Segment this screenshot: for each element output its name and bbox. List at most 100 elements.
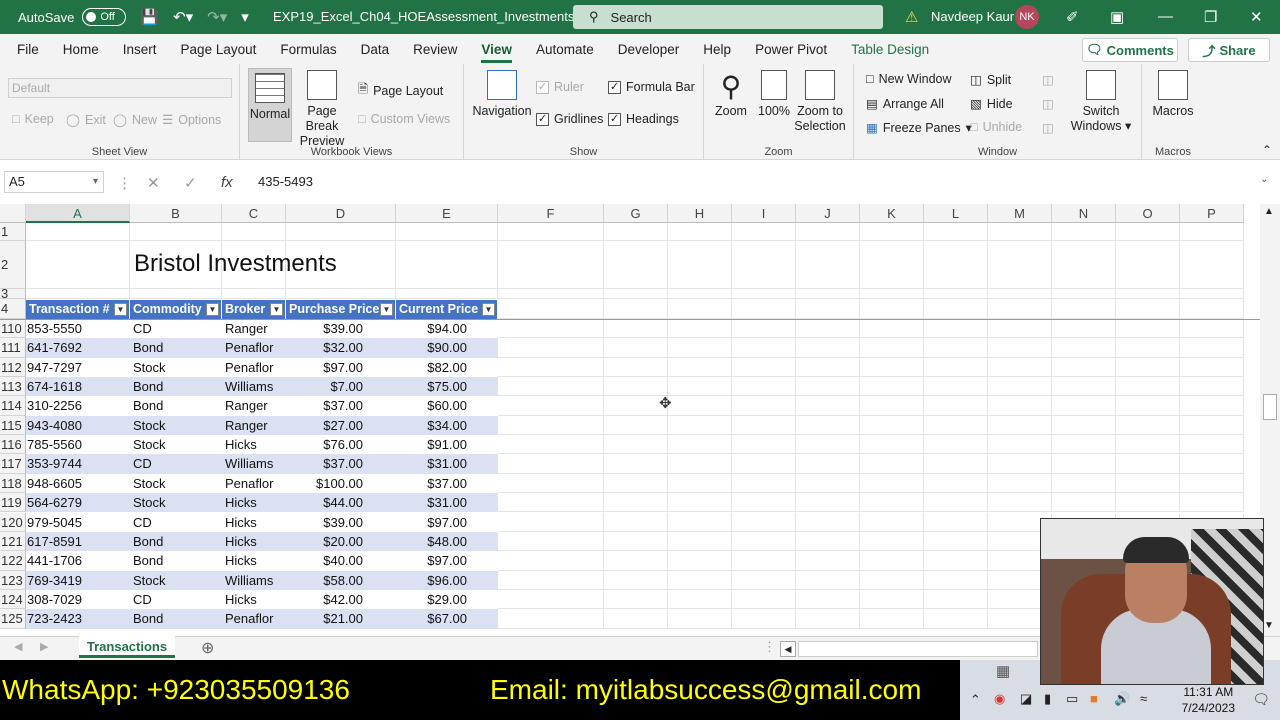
cell[interactable] xyxy=(860,377,924,397)
cell[interactable] xyxy=(924,531,988,552)
close-icon[interactable]: ✕ xyxy=(1250,8,1263,26)
battery-icon[interactable]: ▭ xyxy=(1066,691,1078,707)
sheet-view-dropdown[interactable]: Default xyxy=(8,78,232,98)
cell[interactable] xyxy=(924,377,988,397)
camera-icon[interactable]: ◪ xyxy=(1020,691,1032,707)
cell[interactable] xyxy=(604,570,668,590)
cell[interactable] xyxy=(924,338,988,358)
table-cell[interactable]: $44.00 xyxy=(286,493,396,513)
table-cell[interactable]: $31.00 xyxy=(396,454,498,474)
record-icon[interactable]: ◉ xyxy=(994,691,1005,707)
table-cell[interactable]: $91.00 xyxy=(396,435,498,455)
cell[interactable] xyxy=(222,289,286,299)
cell[interactable] xyxy=(732,570,796,590)
table-header-cell[interactable]: Commodity ▼ xyxy=(130,300,222,319)
row-header[interactable]: 125 xyxy=(0,609,26,629)
table-cell[interactable]: Williams xyxy=(222,570,286,590)
column-header-d[interactable]: D xyxy=(286,204,396,223)
row-header[interactable]: 112 xyxy=(0,357,26,378)
cell[interactable] xyxy=(860,223,924,241)
cell[interactable] xyxy=(860,415,924,436)
next-sheet-icon[interactable]: ▶ xyxy=(40,640,48,653)
row-header[interactable]: 119 xyxy=(0,493,26,513)
cell[interactable] xyxy=(796,609,860,629)
cell[interactable] xyxy=(668,609,732,629)
tab-review[interactable]: Review xyxy=(401,34,469,64)
table-header-cell[interactable]: Current Price ▼ xyxy=(396,300,498,319)
table-cell[interactable]: $39.00 xyxy=(286,319,396,339)
notification-icon[interactable]: 🗨 xyxy=(1252,691,1270,708)
page-layout-view-button[interactable]: 🗎 Page Layout xyxy=(358,80,443,101)
row-header[interactable]: 118 xyxy=(0,473,26,494)
cell[interactable] xyxy=(604,551,668,571)
row-header[interactable]: 110 xyxy=(0,319,26,339)
table-cell[interactable]: Bond xyxy=(130,531,222,552)
cell[interactable] xyxy=(604,299,668,319)
cell[interactable] xyxy=(222,223,286,241)
table-cell[interactable]: Penaflor xyxy=(222,357,286,378)
table-cell[interactable]: 308-7029 xyxy=(26,589,130,610)
cell[interactable] xyxy=(860,589,924,610)
cell[interactable] xyxy=(668,223,732,241)
cell[interactable] xyxy=(498,396,604,416)
cell[interactable] xyxy=(860,396,924,416)
cell[interactable] xyxy=(1116,473,1180,494)
cell[interactable] xyxy=(732,551,796,571)
cell[interactable] xyxy=(1052,299,1116,319)
cell[interactable] xyxy=(796,357,860,378)
tab-help[interactable]: Help xyxy=(691,34,743,64)
cell[interactable] xyxy=(668,357,732,378)
cell[interactable] xyxy=(604,338,668,358)
cell[interactable] xyxy=(860,241,924,289)
cell[interactable] xyxy=(860,435,924,455)
cell[interactable] xyxy=(668,415,732,436)
cell[interactable] xyxy=(668,493,732,513)
cell[interactable] xyxy=(1180,319,1244,339)
cell[interactable] xyxy=(732,415,796,436)
cell[interactable] xyxy=(604,223,668,241)
table-cell[interactable]: Hicks xyxy=(222,512,286,532)
cell[interactable] xyxy=(498,551,604,571)
filter-dropdown-icon[interactable]: ▼ xyxy=(482,303,495,316)
cell[interactable] xyxy=(796,473,860,494)
redo-icon[interactable]: ↷▾ xyxy=(207,8,227,26)
filter-dropdown-icon[interactable]: ▼ xyxy=(380,303,393,316)
cell[interactable] xyxy=(1180,377,1244,397)
row-header[interactable]: 114 xyxy=(0,396,26,416)
cell[interactable] xyxy=(924,454,988,474)
cell[interactable] xyxy=(796,589,860,610)
navigation-button[interactable]: Navigation xyxy=(472,70,532,119)
cell[interactable] xyxy=(988,223,1052,241)
table-cell[interactable]: $60.00 xyxy=(396,396,498,416)
cell[interactable] xyxy=(26,289,130,299)
cell[interactable] xyxy=(498,589,604,610)
cell[interactable] xyxy=(1180,223,1244,241)
cell[interactable] xyxy=(988,415,1052,436)
prev-sheet-icon[interactable]: ◀ xyxy=(14,640,22,653)
cell[interactable] xyxy=(860,289,924,299)
row-header[interactable]: 123 xyxy=(0,570,26,590)
table-cell[interactable]: $7.00 xyxy=(286,377,396,397)
cell[interactable] xyxy=(498,377,604,397)
column-header-l[interactable]: L xyxy=(924,204,988,223)
cell[interactable] xyxy=(604,241,668,289)
comments-button[interactable]: 🗨 Comments xyxy=(1082,38,1178,62)
cell[interactable] xyxy=(498,289,604,299)
table-cell[interactable]: 441-1706 xyxy=(26,551,130,571)
cell[interactable] xyxy=(604,289,668,299)
cell[interactable] xyxy=(860,512,924,532)
cell[interactable] xyxy=(924,570,988,590)
filter-dropdown-icon[interactable]: ▼ xyxy=(270,303,283,316)
cell[interactable] xyxy=(860,338,924,358)
cell[interactable] xyxy=(796,289,860,299)
restore-icon[interactable]: ❐ xyxy=(1204,8,1217,26)
save-icon[interactable]: 💾 xyxy=(140,8,159,26)
scroll-thumb[interactable] xyxy=(1263,394,1277,420)
reset-position-icon[interactable]: ◫ xyxy=(1042,120,1054,135)
cell[interactable] xyxy=(924,357,988,378)
table-cell[interactable]: CD xyxy=(130,589,222,610)
table-cell[interactable]: $37.00 xyxy=(286,396,396,416)
cell[interactable] xyxy=(732,223,796,241)
table-cell[interactable]: Bond xyxy=(130,609,222,629)
column-header-n[interactable]: N xyxy=(1052,204,1116,223)
